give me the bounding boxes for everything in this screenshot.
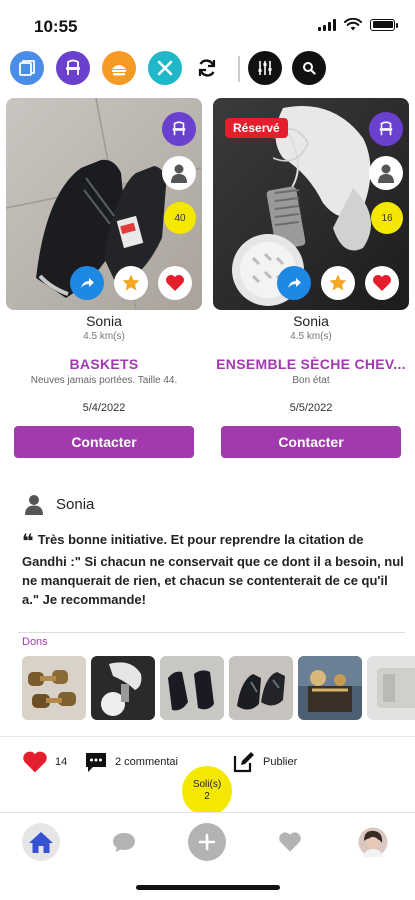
reserved-badge: Réservé [225, 118, 288, 138]
owner-name[interactable]: Sonia [213, 313, 409, 329]
thumb-sneakers[interactable] [229, 656, 293, 720]
heart-icon [373, 275, 391, 291]
distance: 4.5 km(s) [290, 331, 332, 342]
views-count-badge: 40 [164, 202, 196, 234]
books-icon[interactable] [10, 51, 44, 85]
owner-name[interactable]: Sonia [6, 313, 202, 329]
thumb-dumbbells[interactable] [22, 656, 86, 720]
distance: 4.5 km(s) [83, 331, 125, 342]
comments-action[interactable]: 2 commentai [84, 750, 178, 774]
publish-action[interactable]: Publier [232, 750, 297, 774]
nav-favorites[interactable] [271, 823, 309, 861]
item-photo-hairdryer[interactable]: Réservé 16 [213, 98, 409, 310]
search-icon[interactable] [292, 51, 326, 85]
wifi-icon [344, 18, 362, 31]
item-photo-shoes[interactable]: 40 [6, 98, 202, 310]
filter-icon[interactable] [248, 51, 282, 85]
share-button[interactable] [70, 266, 104, 300]
contact-button[interactable]: Contacter [14, 426, 194, 458]
sold-count: 2 [204, 791, 210, 802]
food-icon[interactable] [102, 51, 136, 85]
category-toolbar [10, 50, 410, 88]
star-icon [329, 274, 347, 291]
divider [0, 736, 415, 737]
thumb-appliance[interactable] [367, 656, 415, 720]
review-header[interactable]: Sonia [22, 492, 407, 516]
profile-avatar [358, 827, 388, 857]
review-author[interactable]: Sonia [56, 496, 94, 513]
status-icons [318, 18, 398, 31]
tools-icon[interactable] [148, 51, 182, 85]
item-description: Neuves jamais portées. Taille 44. [30, 375, 178, 386]
thumb-shoes-black[interactable] [160, 656, 224, 720]
donations-thumbnails [22, 656, 415, 722]
publish-label: Publier [263, 756, 298, 768]
share-button[interactable] [277, 266, 311, 300]
share-icon [288, 278, 301, 288]
cellular-signal-icon [318, 18, 336, 31]
chair-icon[interactable] [56, 51, 90, 85]
comments-count: 2 commentai [115, 756, 178, 768]
owner-avatar[interactable] [162, 156, 196, 190]
item-date: 5/5/2022 [289, 402, 333, 414]
favorite-star-button[interactable] [114, 266, 148, 300]
plus-icon [198, 833, 216, 851]
bottom-nav [0, 812, 415, 872]
dons-label: Dons [22, 636, 48, 648]
share-icon [81, 278, 94, 288]
home-icon [29, 832, 53, 853]
review-body: ❝ Très bonne initiative. Et pour reprendr… [22, 530, 407, 609]
views-count-badge: 16 [371, 202, 403, 234]
star-icon [122, 274, 140, 291]
status-time: 10:55 [34, 17, 78, 36]
contact-button[interactable]: Contacter [221, 426, 401, 458]
sold-counter-badge[interactable]: Soli(s) 2 [182, 766, 232, 816]
nav-messages[interactable] [105, 823, 143, 861]
home-indicator [136, 885, 280, 890]
owner-avatar[interactable] [369, 156, 403, 190]
chair-icon [369, 112, 403, 146]
like-button[interactable] [365, 266, 399, 300]
like-button[interactable] [158, 266, 192, 300]
thumb-decoration[interactable] [298, 656, 362, 720]
review-text: Très bonne initiative. Et pour reprendre… [22, 532, 404, 607]
chat-icon [113, 833, 135, 852]
user-avatar-icon [25, 495, 43, 515]
thumb-hairdryer[interactable] [91, 656, 155, 720]
comment-icon [86, 753, 106, 772]
toolbar-divider [238, 56, 240, 82]
favorite-star-button[interactable] [321, 266, 355, 300]
nav-profile[interactable] [354, 823, 392, 861]
likes-action[interactable]: 14 [22, 750, 67, 774]
nav-home[interactable] [22, 823, 60, 861]
heart-icon [166, 275, 184, 291]
heart-icon [279, 832, 301, 852]
edit-icon [233, 752, 254, 773]
item-date: 5/4/2022 [82, 402, 126, 414]
nav-add[interactable] [188, 823, 226, 861]
battery-icon [370, 18, 398, 31]
sold-label: Soli(s) [192, 779, 222, 790]
chair-icon [162, 112, 196, 146]
item-title[interactable]: ENSEMBLE SÈCHE CHEV... [213, 356, 409, 372]
item-description: Bon état [292, 375, 330, 386]
likes-count: 14 [55, 756, 68, 768]
item-card[interactable]: 40 Sonia 4.5 km(s) BASKETS Neuves jamais… [6, 98, 202, 458]
divider [18, 632, 405, 633]
refresh-icon[interactable] [190, 51, 224, 85]
review-post: Sonia ❝ Très bonne initiative. Et pour re… [22, 492, 407, 609]
quote-icon: ❝ [22, 531, 34, 553]
heart-icon [23, 751, 47, 773]
item-card[interactable]: Réservé 16 Sonia 4.5 km(s) ENSEMBLE SÈCH… [213, 98, 409, 458]
item-title[interactable]: BASKETS [6, 356, 202, 372]
status-bar: 10:55 [0, 0, 415, 44]
